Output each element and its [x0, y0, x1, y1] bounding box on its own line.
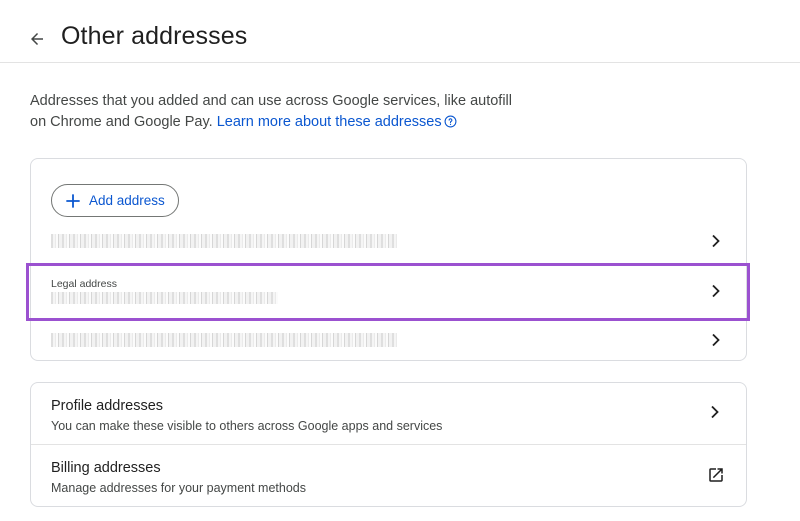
chevron-right-icon [712, 234, 720, 248]
address-types-card: Profile addresses You can make these vis… [30, 382, 747, 507]
profile-addresses-row[interactable]: Profile addresses You can make these vis… [31, 383, 746, 444]
add-address-button[interactable]: Add address [51, 184, 179, 217]
chevron-right-icon [711, 405, 719, 419]
arrow-back-icon [31, 33, 43, 45]
profile-addresses-title: Profile addresses [51, 398, 164, 414]
redacted-address-text [51, 234, 397, 248]
back-button[interactable] [24, 26, 50, 52]
page-header: Other addresses [0, 0, 800, 63]
open-in-new-icon [709, 468, 723, 482]
address-row-1[interactable] [31, 217, 746, 265]
billing-addresses-row[interactable]: Billing addresses Manage addresses for y… [31, 445, 746, 506]
chevron-right-icon [712, 284, 720, 298]
billing-addresses-title: Billing addresses [51, 460, 161, 476]
address-row-3[interactable] [31, 316, 746, 364]
plus-icon [66, 193, 80, 208]
intro-text: Addresses that you added and can use acr… [30, 91, 530, 135]
profile-addresses-subtitle: You can make these visible to others acr… [51, 419, 443, 433]
page-title: Other addresses [61, 22, 248, 50]
address-row-label: Legal address [51, 278, 117, 290]
billing-addresses-subtitle: Manage addresses for your payment method… [51, 481, 306, 495]
addresses-card: Add address Legal address [30, 158, 747, 361]
help-icon[interactable] [444, 114, 457, 135]
add-address-label: Add address [89, 193, 165, 208]
address-row-legal[interactable]: Legal address [31, 266, 746, 314]
chevron-right-icon [712, 333, 720, 347]
redacted-address-text [51, 292, 278, 304]
redacted-address-text [51, 333, 397, 347]
learn-more-link[interactable]: Learn more about these addresses [217, 114, 442, 130]
